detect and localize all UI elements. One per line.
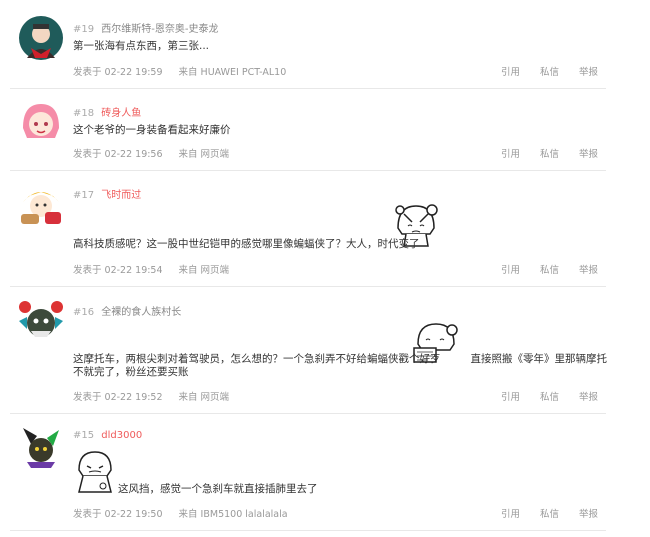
quote-button[interactable]: 引用 [501,509,520,520]
post-source: 来自 HUAWEI PCT-AL10 [178,67,287,78]
floor-number: #18 [73,108,95,119]
post-time: 发表于 02-22 19:50 [73,509,163,520]
post-source: 来自 IBM5100 lalalalala [178,509,288,520]
username[interactable]: dld3000 [101,430,142,441]
report-button[interactable]: 举报 [579,392,598,403]
divider [10,88,606,89]
post-content: 高科技质感呢？这一股中世纪铠甲的感觉哪里像蝙蝠侠了？大人，时代变了 [73,238,420,250]
user-avatar[interactable] [17,295,65,343]
post-content: 这个老爷的一身装备看起来好廉价 [73,124,231,136]
floor-number: #15 [73,430,95,441]
user-avatar[interactable] [17,14,65,62]
post-time: 发表于 02-22 19:56 [73,149,163,160]
message-button[interactable]: 私信 [540,509,559,520]
floor-number: #16 [73,307,95,318]
username[interactable]: 砖身人鱼 [101,108,141,119]
divider [10,286,606,287]
quote-button[interactable]: 引用 [501,392,520,403]
report-button[interactable]: 举报 [579,265,598,276]
post-content: 这摩托车，两根尖刺对着驾驶员，怎么想的？一个急刹弄不好给蝙蝠侠戳个好歹 直接照搬《… [73,353,607,379]
post-content: 这风挡，感觉一个急刹车就直接插肺里去了 [118,483,318,495]
post-source: 来自 网页端 [178,149,230,160]
message-button[interactable]: 私信 [540,392,559,403]
divider [10,413,606,414]
user-avatar[interactable] [17,98,65,146]
post-content-line2: 不就完了，粉丝还要买账 [73,366,189,378]
floor-number: #17 [73,190,95,201]
user-avatar[interactable] [17,422,65,470]
sticker-image [78,451,112,493]
post-time: 发表于 02-22 19:54 [73,265,163,276]
username[interactable]: 飞时而过 [101,190,141,201]
user-avatar[interactable] [17,180,65,228]
quote-button[interactable]: 引用 [501,149,520,160]
post-time: 发表于 02-22 19:52 [73,392,163,403]
post-source: 来自 网页端 [178,392,230,403]
post-content: 第一张海有点东西，第三张... [73,40,210,52]
message-button[interactable]: 私信 [540,265,559,276]
post-time: 发表于 02-22 19:59 [73,67,163,78]
message-button[interactable]: 私信 [540,149,559,160]
report-button[interactable]: 举报 [579,149,598,160]
username[interactable]: 全裸的食人族村长 [101,307,181,318]
divider [10,530,606,531]
post-content-line1: 这摩托车，两根尖刺对着驾驶员，怎么想的？一个急刹弄不好给蝙蝠侠戳个好歹 [73,353,441,365]
divider [10,170,606,171]
report-button[interactable]: 举报 [579,67,598,78]
floor-number: #19 [73,24,95,35]
username[interactable]: 西尔维斯特-恩奈奥-史泰龙 [101,24,218,35]
quote-button[interactable]: 引用 [501,265,520,276]
message-button[interactable]: 私信 [540,67,559,78]
post-content-line1b: 直接照搬《零年》里那辆摩托 [470,353,608,365]
quote-button[interactable]: 引用 [501,67,520,78]
post-source: 来自 网页端 [178,265,230,276]
report-button[interactable]: 举报 [579,509,598,520]
